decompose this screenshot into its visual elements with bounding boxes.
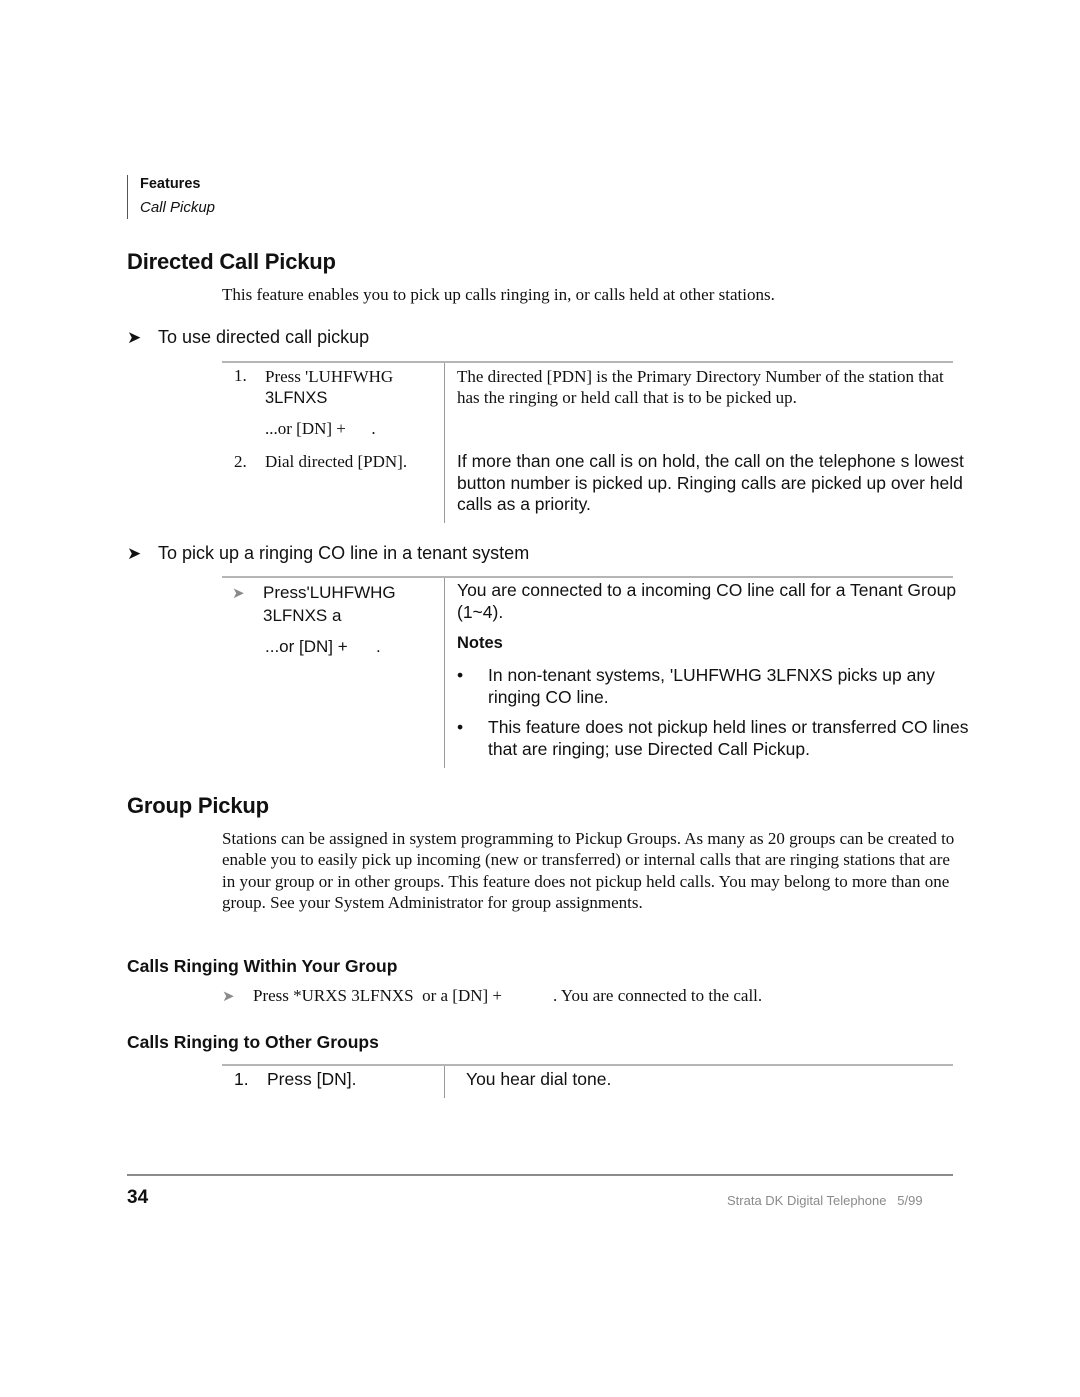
running-header-subsection: Call Pickup <box>140 199 216 216</box>
arrow-right-icon: ➤ <box>222 989 235 1005</box>
procedure-title: To use directed call pickup <box>158 327 370 347</box>
step-number: 1. <box>234 1069 249 1089</box>
table-top-rule <box>222 576 953 578</box>
note-item: • In non-tenant systems, 'LUHFWHG 3LFNXS… <box>457 665 987 708</box>
step-action: Press [DN]. <box>267 1069 357 1089</box>
step-text: Press *URXS 3LFNXS or a [DN] + . You are… <box>253 986 763 1005</box>
step-action-line: 3LFNXS <box>265 389 328 407</box>
footer-doc-title: Strata DK Digital Telephone 5/99 <box>727 1193 923 1208</box>
group-intro: Stations can be assigned in system progr… <box>222 829 955 912</box>
subsection-title-other-groups: Calls Ringing to Other Groups <box>127 1032 379 1052</box>
directed-intro: This feature enables you to pick up call… <box>222 285 775 304</box>
footer-rule <box>127 1174 953 1176</box>
table-top-rule <box>222 1064 953 1066</box>
table-top-rule <box>222 361 953 363</box>
arrow-right-icon: ➤ <box>232 585 245 602</box>
table-column-divider <box>444 363 445 523</box>
arrow-right-icon: ➤ <box>127 328 142 347</box>
step-number: 1. <box>234 366 247 385</box>
bullet-icon: • <box>457 665 464 685</box>
step-action: Press 'LUHFWHG 3LFNXS <box>265 366 393 409</box>
step-action-alt: ...or [DN] + . <box>265 637 381 656</box>
procedure-heading-directed: ➤ To use directed call pickup <box>127 327 369 348</box>
step-result: You hear dial tone. <box>466 1069 612 1089</box>
header-margin-bar <box>127 175 128 219</box>
step-result: The directed [PDN] is the Primary Direct… <box>457 367 944 408</box>
step-action-alt: ...or [DN] + . <box>265 419 376 438</box>
step-action: ➤ Press'LUHFWHG 3LFNXS a <box>232 582 396 626</box>
step-number: 2. <box>234 452 247 471</box>
section-title-directed-call-pickup: Directed Call Pickup <box>127 249 336 274</box>
step-action-line: Press'LUHFWHG <box>263 583 396 602</box>
step-action-line: Press 'LUHFWHG <box>265 367 394 386</box>
running-header-section: Features <box>140 176 201 192</box>
procedure-heading-tenant: ➤ To pick up a ringing CO line in a tenan… <box>127 543 529 564</box>
within-group-step: ➤ Press *URXS 3LFNXS or a [DN] + . You ar… <box>222 986 762 1006</box>
subsection-title-within-group: Calls Ringing Within Your Group <box>127 956 398 976</box>
note-text: This feature does not pickup held lines … <box>488 717 969 759</box>
table-column-divider <box>444 1066 445 1098</box>
note-item: • This feature does not pickup held line… <box>457 717 987 760</box>
step-action: Dial directed [PDN]. <box>265 452 408 471</box>
arrow-right-icon: ➤ <box>127 544 142 563</box>
page-number: 34 <box>127 1187 149 1208</box>
notes-heading: Notes <box>457 634 503 652</box>
table-column-divider <box>444 578 445 768</box>
bullet-icon: • <box>457 717 464 737</box>
step-result: If more than one call is on hold, the ca… <box>457 451 964 514</box>
step-action-line: 3LFNXS a <box>263 605 342 625</box>
procedure-title: To pick up a ringing CO line in a tenant… <box>158 543 530 563</box>
section-title-group-pickup: Group Pickup <box>127 793 269 818</box>
step-result: You are connected to a incoming CO line … <box>457 580 957 622</box>
note-text: In non-tenant systems, 'LUHFWHG 3LFNXS p… <box>488 665 935 707</box>
